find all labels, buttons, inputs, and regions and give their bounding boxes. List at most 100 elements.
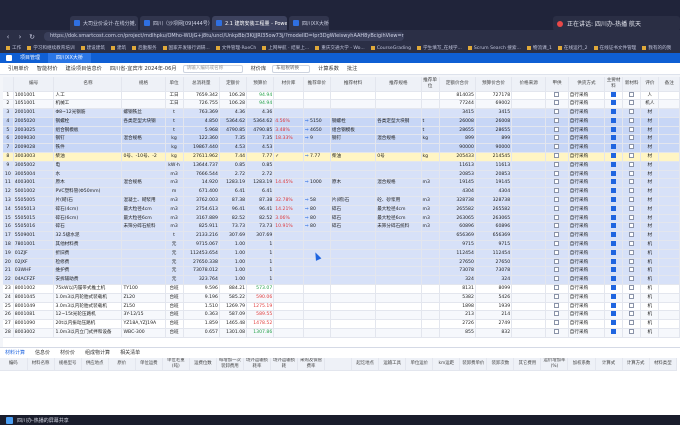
jiagong-checkbox[interactable] bbox=[554, 241, 560, 247]
bookmark-item[interactable]: 在线证书文件管理 bbox=[593, 45, 636, 51]
cell-remark[interactable] bbox=[658, 143, 680, 154]
cell-supply[interactable]: 自行采购 bbox=[568, 152, 606, 162]
cell-supply[interactable]: 自行采购 bbox=[568, 214, 606, 224]
reference-price-button[interactable]: 引用单价 bbox=[8, 65, 29, 72]
bottom-column-header[interactable]: 每增加一次装卸费用 bbox=[216, 358, 244, 371]
cell-supply[interactable]: 自行采购 bbox=[568, 143, 606, 154]
cell-supply[interactable]: 自行采购 bbox=[568, 310, 606, 321]
jiagong-checkbox[interactable] bbox=[554, 258, 560, 264]
column-header[interactable]: 推荐单价 bbox=[303, 77, 331, 92]
cell-jiagong[interactable] bbox=[545, 275, 569, 286]
cell-new-material[interactable] bbox=[622, 284, 642, 294]
cell-supply[interactable]: 自行采购 bbox=[568, 161, 606, 171]
main-material-checkbox[interactable] bbox=[611, 153, 617, 159]
cell-new-material[interactable] bbox=[622, 91, 642, 101]
main-material-checkbox[interactable] bbox=[611, 302, 617, 308]
bottom-tab[interactable]: 信息价 bbox=[30, 348, 55, 359]
cell-rec[interactable]: ⇒ 7.77 bbox=[303, 152, 331, 162]
cell-main-material[interactable] bbox=[604, 152, 624, 162]
table-row[interactable]: 9 3005002 电 kW·h 13644.737 0.85 0.85 11613 11613… bbox=[3, 161, 680, 171]
cell-main-material[interactable] bbox=[604, 310, 624, 321]
cell-supply[interactable]: 自行采购 bbox=[568, 319, 606, 330]
cell-new-material[interactable] bbox=[622, 310, 642, 321]
column-header[interactable]: 供货方式 bbox=[568, 77, 606, 92]
cell-main-material[interactable] bbox=[604, 99, 624, 110]
main-material-checkbox[interactable] bbox=[611, 161, 617, 167]
cell-budget[interactable]: 1283.19 bbox=[246, 178, 275, 189]
new-material-checkbox[interactable] bbox=[629, 205, 635, 211]
cell-jiagong[interactable] bbox=[545, 178, 569, 189]
cell-supply[interactable]: 自行采购 bbox=[568, 266, 606, 277]
cell-new-material[interactable] bbox=[622, 117, 642, 127]
column-header[interactable]: 编号 bbox=[13, 77, 55, 92]
cell-supply[interactable]: 自行采购 bbox=[568, 302, 606, 312]
main-material-checkbox[interactable] bbox=[611, 311, 617, 317]
new-material-checkbox[interactable] bbox=[629, 188, 635, 194]
cell-remark[interactable] bbox=[658, 161, 680, 171]
main-material-checkbox[interactable] bbox=[611, 276, 617, 282]
table-row[interactable]: 4 2005020 钢螺栓 各类定型大块钢 t 4.850 5364.62 5364.62 4.… bbox=[3, 117, 680, 127]
cell-new-material[interactable] bbox=[622, 187, 642, 198]
main-material-checkbox[interactable] bbox=[611, 135, 617, 141]
cell-budget[interactable]: 1 bbox=[246, 258, 275, 268]
cell-rec[interactable] bbox=[303, 108, 331, 118]
cell-main-material[interactable] bbox=[604, 143, 624, 154]
bottom-column-header[interactable]: 加权系数 bbox=[567, 358, 596, 371]
cell-new-material[interactable] bbox=[622, 266, 642, 277]
smart-price-button[interactable]: 智能材价 bbox=[37, 65, 58, 72]
cell-budget[interactable]: 1478.52 bbox=[246, 319, 275, 330]
cell-remark[interactable] bbox=[658, 99, 680, 110]
cell-jiagong[interactable] bbox=[545, 187, 569, 198]
table-row[interactable]: 1 1001001 人工 工日 7659.342 106.28 94.94 814035 727… bbox=[3, 91, 680, 101]
cell-rec[interactable] bbox=[303, 231, 331, 242]
jiagong-checkbox[interactable] bbox=[554, 285, 560, 291]
column-header[interactable]: 定额价 bbox=[219, 77, 248, 92]
cell-budget[interactable]: 5364.62 bbox=[246, 117, 275, 127]
jiagong-checkbox[interactable] bbox=[554, 267, 560, 273]
cell-remark[interactable] bbox=[658, 205, 680, 215]
new-material-checkbox[interactable] bbox=[629, 197, 635, 203]
main-material-checkbox[interactable] bbox=[611, 91, 617, 97]
cell-supply[interactable]: 自行采购 bbox=[568, 249, 606, 259]
cell-new-material[interactable] bbox=[622, 108, 642, 118]
cell-main-material[interactable] bbox=[604, 302, 624, 312]
bottom-column-header[interactable]: 场外运输损耗 bbox=[270, 358, 299, 371]
cell-supply[interactable]: 自行采购 bbox=[568, 134, 606, 145]
cell-main-material[interactable] bbox=[604, 91, 624, 101]
cell-new-material[interactable] bbox=[622, 205, 642, 215]
jiagong-checkbox[interactable] bbox=[554, 100, 560, 106]
cell-remark[interactable] bbox=[658, 266, 680, 277]
column-header[interactable]: 主要材料 bbox=[604, 77, 624, 92]
cell-remark[interactable] bbox=[658, 91, 680, 101]
new-material-checkbox[interactable] bbox=[629, 249, 635, 255]
cell-jiagong[interactable] bbox=[545, 170, 569, 180]
new-material-checkbox[interactable] bbox=[629, 214, 635, 220]
cell-budget[interactable]: 82.52 bbox=[246, 214, 275, 224]
table-row[interactable]: 15 5505015 碎石(6cm) 最大粒径6cm m3 3167.889 82.52 82… bbox=[3, 214, 680, 224]
cell-budget[interactable]: 94.94 bbox=[246, 91, 275, 101]
cell-supply[interactable]: 自行采购 bbox=[568, 240, 606, 250]
jiagong-checkbox[interactable] bbox=[554, 311, 560, 317]
jiagong-checkbox[interactable] bbox=[554, 197, 560, 203]
cell-rec[interactable]: ⇒ 4650 bbox=[303, 126, 331, 136]
bookmark-item[interactable]: 文件管理·RoeCh bbox=[215, 45, 256, 51]
jiagong-checkbox[interactable] bbox=[554, 170, 560, 176]
cell-supply[interactable]: 自行采购 bbox=[568, 126, 606, 136]
bookmark-item[interactable]: 重庆交通大学 - Wo... bbox=[315, 45, 365, 51]
cell-supply[interactable]: 自行采购 bbox=[568, 196, 606, 206]
jiagong-checkbox[interactable] bbox=[554, 179, 560, 185]
cell-new-material[interactable] bbox=[622, 178, 642, 189]
cell-remark[interactable] bbox=[658, 231, 680, 242]
main-material-checkbox[interactable] bbox=[611, 214, 617, 220]
bookmark-item[interactable]: 学生填写_在线学... bbox=[417, 45, 462, 51]
cell-new-material[interactable] bbox=[622, 231, 642, 242]
cell-remark[interactable] bbox=[658, 249, 680, 259]
cell-main-material[interactable] bbox=[604, 170, 624, 180]
main-material-checkbox[interactable] bbox=[611, 293, 617, 299]
new-material-checkbox[interactable] bbox=[629, 117, 635, 123]
cell-supply[interactable]: 自行采购 bbox=[568, 117, 606, 127]
jiagong-checkbox[interactable] bbox=[554, 223, 560, 229]
column-header[interactable]: 推荐单位 bbox=[421, 77, 440, 92]
browser-tab[interactable]: 2.1 建筑安装工程量 - Powered by ... bbox=[212, 16, 287, 30]
bookmark-item[interactable]: 后勤服务 bbox=[132, 45, 157, 51]
